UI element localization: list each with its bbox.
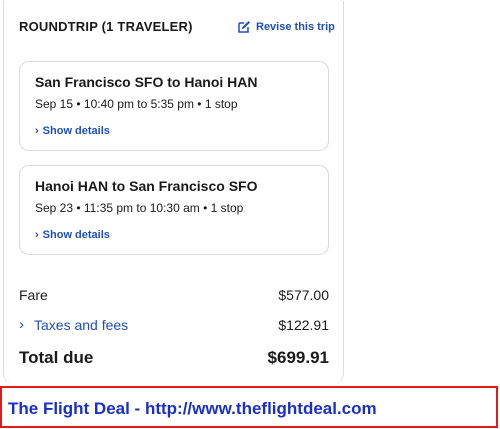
leg-route: Hanoi HAN to San Francisco SFO — [35, 178, 258, 194]
total-row: Total due $699.91 — [19, 348, 329, 368]
flight-leg-card-outbound: San Francisco SFO to Hanoi HAN Sep 15 • … — [19, 61, 329, 151]
taxes-value: $122.91 — [278, 316, 329, 333]
edit-icon — [238, 21, 250, 33]
flight-leg-card-return: Hanoi HAN to San Francisco SFO Sep 23 • … — [19, 165, 329, 255]
taxes-and-fees-toggle[interactable]: › Taxes and fees — [19, 316, 128, 333]
watermark-banner: The Flight Deal - http://www.theflightde… — [0, 386, 498, 428]
total-label: Total due — [19, 348, 94, 367]
leg-route: San Francisco SFO to Hanoi HAN — [35, 74, 258, 90]
taxes-row: › Taxes and fees $122.91 — [19, 316, 329, 333]
show-details-link[interactable]: › Show details — [35, 125, 110, 137]
revise-trip-label: Revise this trip — [256, 21, 335, 33]
taxes-label: Taxes and fees — [34, 316, 129, 333]
show-details-label: Show details — [42, 229, 110, 241]
fare-value: $577.00 — [278, 287, 329, 303]
revise-trip-link[interactable]: Revise this trip — [237, 20, 335, 34]
watermark-text: The Flight Deal - http://www.theflightde… — [8, 399, 377, 418]
chevron-right-icon: › — [35, 125, 39, 137]
fare-label: Fare — [19, 287, 48, 303]
leg-times: Sep 15 • 10:40 pm to 5:35 pm • 1 stop — [35, 97, 238, 111]
chevron-right-icon: › — [19, 316, 24, 333]
show-details-link[interactable]: › Show details — [35, 229, 110, 241]
trip-header-title: ROUNDTRIP (1 TRAVELER) — [19, 19, 193, 34]
fare-row: Fare $577.00 — [19, 287, 329, 303]
leg-times: Sep 23 • 11:35 pm to 10:30 am • 1 stop — [35, 201, 244, 215]
show-details-label: Show details — [42, 125, 110, 137]
total-value: $699.91 — [267, 348, 329, 367]
chevron-right-icon: › — [35, 229, 39, 241]
